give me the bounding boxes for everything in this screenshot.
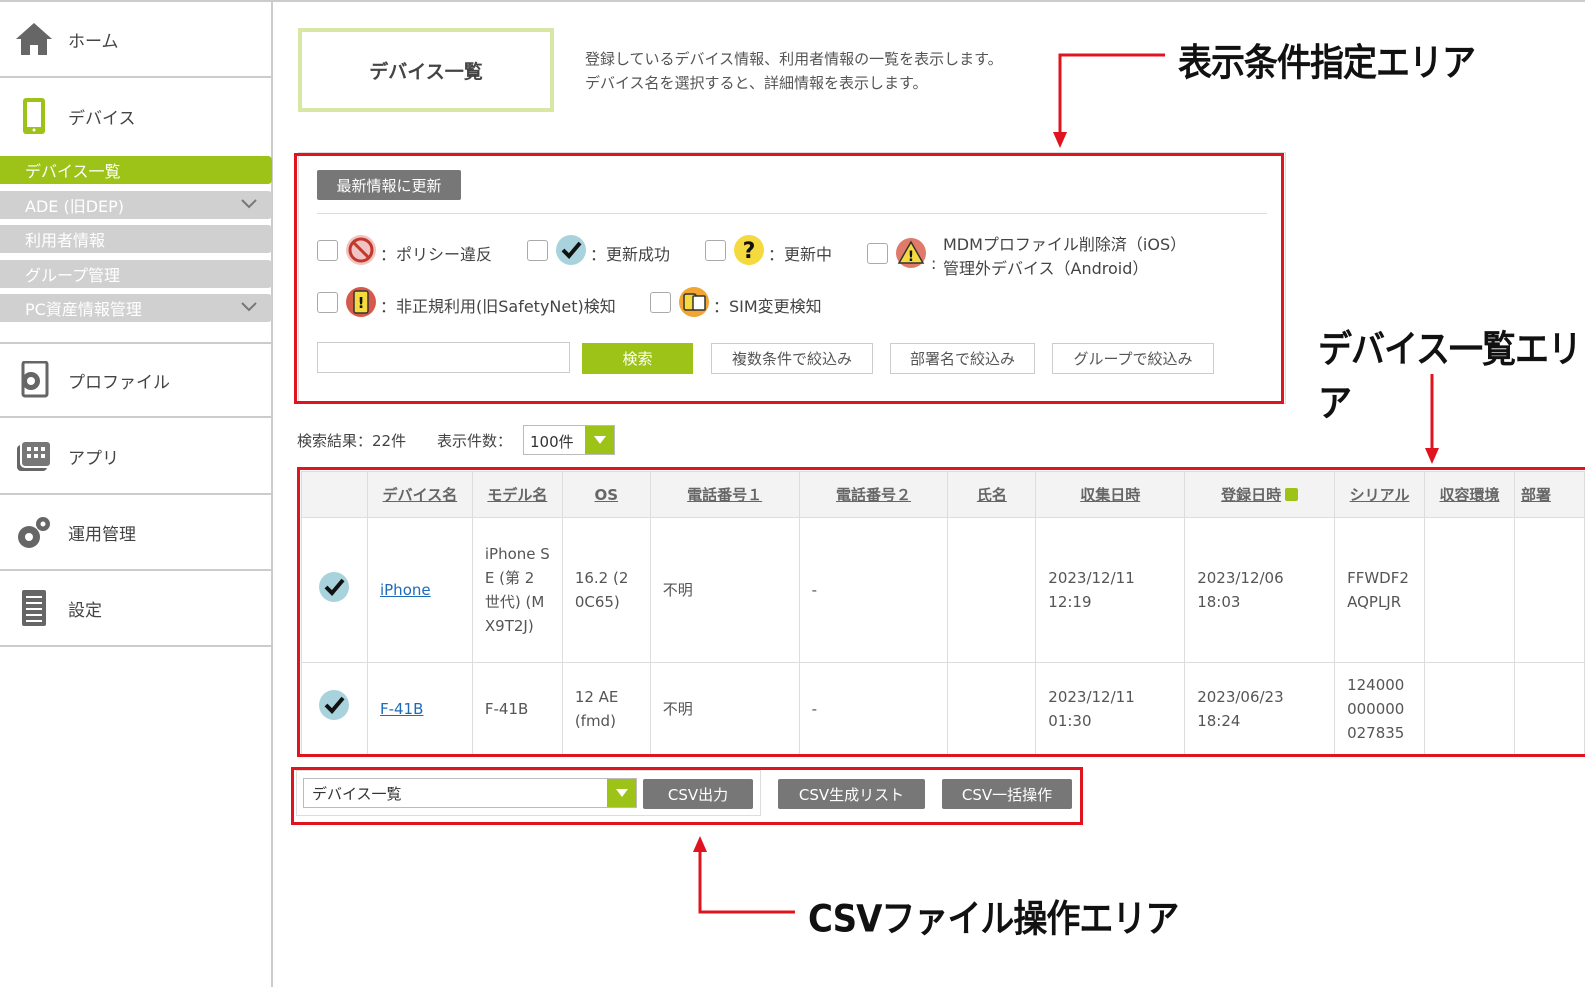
sidebar-item-label: 利用者情報 xyxy=(25,231,106,250)
page-description-line2: デバイス名を選択すると、詳細情報を表示します。 xyxy=(585,74,928,92)
list-area-annotation: デバイス一覧エリア xyxy=(1318,327,1582,426)
nav-app-label: アプリ xyxy=(68,448,119,469)
csv-area-highlight xyxy=(291,767,1083,825)
nav-home[interactable]: ホーム xyxy=(0,2,271,78)
sidebar-item-groups[interactable]: グループ管理 xyxy=(0,260,272,288)
result-count: 検索結果：22件 xyxy=(297,432,407,450)
sidebar-item-pc-assets[interactable]: PC資産情報管理 xyxy=(0,294,272,322)
list-area-highlight xyxy=(297,467,1585,757)
pagesize-value: 100件 xyxy=(530,433,574,451)
gears-icon xyxy=(0,494,68,570)
nav-settings-label: 設定 xyxy=(68,600,102,621)
nav-device[interactable]: デバイス xyxy=(0,78,271,154)
sidebar-item-label: デバイス一覧 xyxy=(25,162,121,181)
pagesize-label: 表示件数： xyxy=(437,432,513,450)
dropdown-arrow-icon xyxy=(585,426,614,454)
sidebar-item-users[interactable]: 利用者情報 xyxy=(0,225,272,253)
home-icon xyxy=(0,1,68,77)
page-description-line1: 登録しているデバイス情報、利用者情報の一覧を表示します。 xyxy=(585,50,1003,68)
nav-operation-label: 運用管理 xyxy=(68,524,136,545)
filter-area-highlight xyxy=(294,153,1284,404)
sidebar: ホーム デバイス デバイス一覧 ADE (旧DEP) 利用者情報 グループ管理 … xyxy=(0,2,273,987)
document-list-icon xyxy=(0,570,68,646)
smartphone-icon xyxy=(0,78,68,154)
sidebar-item-label: グループ管理 xyxy=(25,266,121,285)
chevron-down-icon xyxy=(241,302,257,312)
nav-app[interactable]: アプリ xyxy=(0,419,271,495)
nav-device-label: デバイス xyxy=(68,108,136,129)
app-grid-icon xyxy=(0,418,68,494)
pagesize-select[interactable]: 100件 xyxy=(523,425,615,455)
page-title: デバイス一覧 xyxy=(298,28,554,112)
sidebar-item-ade[interactable]: ADE (旧DEP) xyxy=(0,191,272,219)
sidebar-item-label: PC資産情報管理 xyxy=(25,300,142,319)
nav-operation[interactable]: 運用管理 xyxy=(0,495,271,571)
profile-gear-icon xyxy=(0,342,68,418)
chevron-down-icon xyxy=(241,199,257,209)
sidebar-item-label: ADE (旧DEP) xyxy=(25,197,125,216)
sidebar-item-device-list[interactable]: デバイス一覧 xyxy=(0,156,272,184)
nav-home-label: ホーム xyxy=(68,31,119,52)
filter-area-annotation: 表示条件指定エリア xyxy=(1178,41,1476,86)
nav-settings[interactable]: 設定 xyxy=(0,571,271,647)
nav-profile-label: プロファイル xyxy=(68,372,170,393)
nav-profile[interactable]: プロファイル xyxy=(0,342,271,418)
csv-area-annotation: CSVファイル操作エリア xyxy=(808,897,1179,942)
